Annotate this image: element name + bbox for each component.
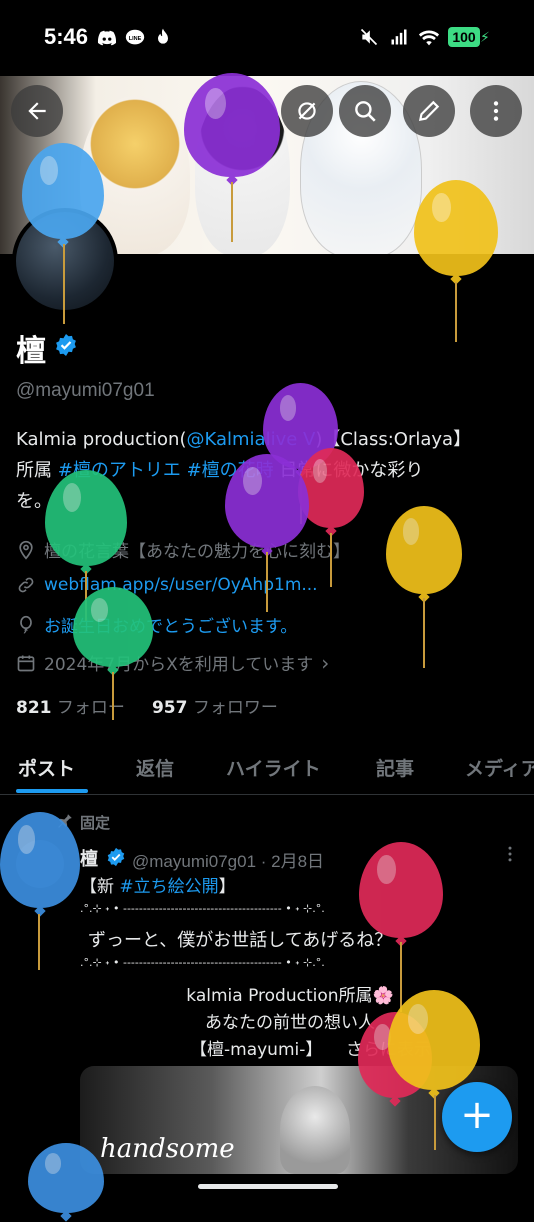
post-verified-icon <box>107 847 125 867</box>
balloon-yellow <box>388 990 480 1090</box>
balloon-purple <box>225 454 309 548</box>
bio-text: )【Class:Orlaya】 <box>315 429 472 450</box>
verified-badge-icon[interactable] <box>54 333 78 357</box>
followers-link[interactable]: 957 フォロワー <box>152 698 278 718</box>
edit-button[interactable] <box>403 85 455 137</box>
line-app-icon: LINE <box>124 27 146 49</box>
birthday-row: お誕生日おめでとうございます。 <box>16 612 297 637</box>
post-more-button[interactable] <box>500 844 520 868</box>
followers-count: 957 <box>151 698 188 718</box>
balloon-string <box>63 244 65 324</box>
wifi-icon <box>418 27 440 49</box>
balloon-string <box>330 533 332 587</box>
balloon-string <box>266 552 268 612</box>
post-hashtag[interactable]: #立ち絵公開 <box>119 877 218 897</box>
followers-label: フォロワー <box>192 698 278 718</box>
post-text: 【新 <box>80 877 120 897</box>
calendar-icon <box>17 655 35 671</box>
post-image-text: handsome <box>100 1134 235 1164</box>
tab-posts[interactable]: ポスト <box>18 754 75 781</box>
balloon-string <box>423 598 425 668</box>
status-time: 5:46 <box>44 24 89 49</box>
arrow-left-icon <box>28 102 46 120</box>
location-pin-icon <box>19 540 33 560</box>
active-tab-indicator <box>16 789 88 793</box>
balloon-yellow <box>414 180 498 276</box>
signal-icon <box>388 27 410 49</box>
profile-name: 檀 <box>16 334 46 369</box>
post-text: 】 <box>218 877 236 897</box>
post-author-name[interactable]: 檀 <box>80 845 98 871</box>
bio-text: 所属 <box>16 460 58 481</box>
following-count: 821 <box>16 698 52 718</box>
home-indicator[interactable] <box>198 1184 338 1189</box>
post-author-handle: @mayumi07g01 · 2月8日 <box>132 852 325 871</box>
vertical-dots-icon <box>493 101 499 121</box>
compose-post-button[interactable]: + <box>442 1082 512 1152</box>
following-label: フォロー <box>56 698 125 718</box>
post-line-1: 【新 #立ち絵公開】 <box>80 872 236 897</box>
balloon-string <box>231 182 233 242</box>
discord-icon <box>96 27 118 49</box>
link-icon <box>18 577 34 593</box>
search-button[interactable] <box>339 85 391 137</box>
post-quote: ずっーと、僕がお世話してあげるね？ <box>88 930 393 951</box>
search-icon <box>355 101 376 122</box>
post-deco-line-1: .°.⊹ ˖ • -------------------------------… <box>80 902 325 915</box>
chevron-right-icon: › <box>321 650 330 675</box>
mute-icon <box>358 27 380 49</box>
follow-stats: 821 フォロー 957 フォロワー <box>16 693 278 718</box>
balloon-green <box>45 470 127 566</box>
balloon-red <box>298 448 364 528</box>
back-button[interactable] <box>11 85 63 137</box>
balloon-purple <box>184 73 280 177</box>
balloon-blue <box>0 812 80 908</box>
balloon-icon <box>20 615 32 633</box>
balloon-string <box>455 282 457 342</box>
bio-text: Kalmia production( <box>16 429 187 450</box>
balloon-green <box>73 587 153 667</box>
balloon-red <box>359 842 443 938</box>
grok-icon <box>298 102 316 120</box>
balloon-string <box>434 1095 436 1150</box>
more-options-button[interactable] <box>470 85 522 137</box>
vertical-dots-icon <box>508 846 512 862</box>
tab-media[interactable]: メディア <box>465 754 534 781</box>
tinder-flame-icon <box>152 27 174 49</box>
following-link[interactable]: 821 フォロー <box>16 698 125 718</box>
post-line-name: 【檀-mayumi-】 <box>190 1040 323 1060</box>
grok-button[interactable] <box>281 85 333 137</box>
svg-text:LINE: LINE <box>129 36 142 42</box>
balloon-yellow <box>386 506 462 594</box>
balloon-blue <box>28 1143 104 1213</box>
pinned-label: 固定 <box>80 814 111 832</box>
tab-replies[interactable]: 返信 <box>136 754 174 781</box>
plus-icon: + <box>460 1092 494 1138</box>
post-image-character <box>280 1086 350 1174</box>
charging-icon: ⚡ <box>480 30 490 46</box>
balloon-blue <box>22 143 104 239</box>
balloon-string <box>112 672 114 720</box>
website-row: webflam.app/s/user/OyAhp1m... <box>16 575 318 595</box>
joined-row[interactable]: 2024年7月からXを利用しています › <box>16 650 329 675</box>
tab-highlights[interactable]: ハイライト <box>226 754 321 781</box>
battery-indicator: 100 <box>448 27 480 47</box>
profile-handle: @mayumi07g01 <box>16 380 155 401</box>
balloon-string <box>38 914 40 970</box>
post-deco-line-2: .°.⊹ ˖ • -------------------------------… <box>80 956 325 969</box>
balloon-string <box>400 942 402 1012</box>
pencil-icon <box>418 100 440 122</box>
tab-articles[interactable]: 記事 <box>376 754 414 781</box>
